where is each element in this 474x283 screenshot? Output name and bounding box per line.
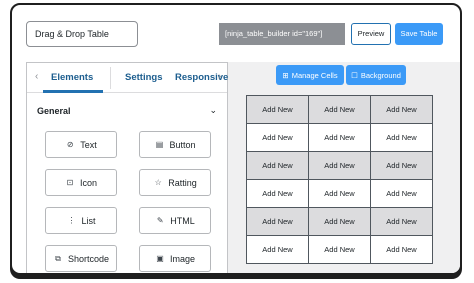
element-text-button[interactable]: ⊘ Text	[45, 131, 117, 158]
tab-next-icon[interactable]: ›	[218, 71, 221, 82]
table-cell[interactable]: Add New	[370, 207, 433, 236]
table-cell[interactable]: Add New	[246, 235, 309, 264]
text-icon: ⊘	[66, 140, 74, 149]
table-cell[interactable]: Add New	[308, 95, 371, 124]
square-icon: ☐	[351, 70, 358, 80]
elements-panel: ‹ Elements Settings Responsiver › Genera…	[26, 62, 232, 273]
table-row: Add New Add New Add New	[246, 179, 433, 208]
active-tab-indicator	[43, 90, 103, 93]
table-cell[interactable]: Add New	[246, 123, 309, 152]
table-cell[interactable]: Add New	[246, 179, 309, 208]
chevron-down-icon[interactable]: ⌄	[209, 105, 217, 116]
image-icon: ▣	[156, 254, 164, 263]
background-button[interactable]: ☐ Background	[346, 65, 406, 85]
table-row: Add New Add New Add New	[246, 235, 433, 264]
panel-tabs: ‹ Elements Settings Responsiver ›	[27, 63, 232, 93]
element-html-button[interactable]: ✎ HTML	[139, 207, 211, 234]
builder-table: Add New Add New Add New Add New Add New …	[246, 95, 433, 264]
html-icon: ✎	[156, 216, 164, 225]
element-shortcode-button[interactable]: ⧉ Shortcode	[45, 245, 117, 272]
button-icon: ▤	[155, 140, 164, 149]
table-cell[interactable]: Add New	[246, 207, 309, 236]
table-cell[interactable]: Add New	[246, 151, 309, 180]
table-cell[interactable]: Add New	[370, 123, 433, 152]
element-label: Icon	[79, 177, 97, 188]
background-label: Background	[360, 70, 401, 80]
element-ratting-button[interactable]: ☆ Ratting	[139, 169, 211, 196]
table-cell[interactable]: Add New	[370, 151, 433, 180]
star-icon: ☆	[154, 178, 162, 187]
table-cell[interactable]: Add New	[370, 95, 433, 124]
table-row: Add New Add New Add New	[246, 151, 433, 180]
element-button-button[interactable]: ▤ Button	[139, 131, 211, 158]
table-cell[interactable]: Add New	[308, 235, 371, 264]
element-label: HTML	[170, 215, 195, 226]
tab-settings[interactable]: Settings	[125, 72, 162, 83]
save-table-button[interactable]: Save Table	[395, 23, 443, 45]
manage-cells-button[interactable]: ⊞ Manage Cells	[276, 65, 344, 85]
table-cell[interactable]: Add New	[370, 179, 433, 208]
table-title-input[interactable]: Drag & Drop Table	[26, 21, 138, 47]
shortcode-icon: ⧉	[55, 253, 61, 263]
table-cell[interactable]: Add New	[308, 207, 371, 236]
element-label: List	[81, 215, 96, 226]
tab-divider	[110, 67, 111, 89]
grid-icon: ⊞	[282, 70, 289, 80]
element-list-button[interactable]: ⋮ List	[45, 207, 117, 234]
table-cell[interactable]: Add New	[308, 151, 371, 180]
element-label: Image	[169, 253, 195, 264]
table-row: Add New Add New Add New	[246, 207, 433, 236]
element-label: Button	[169, 139, 196, 150]
element-label: Ratting	[168, 177, 197, 188]
table-row: Add New Add New Add New	[246, 95, 433, 124]
tab-responsiver[interactable]: Responsiver	[175, 72, 232, 83]
table-cell[interactable]: Add New	[370, 235, 433, 264]
table-cell[interactable]: Add New	[308, 123, 371, 152]
manage-cells-label: Manage Cells	[291, 70, 338, 80]
general-section-title: General	[37, 106, 71, 116]
element-label: Shortcode	[67, 253, 110, 264]
preview-button[interactable]: Preview	[351, 23, 391, 45]
icon-element-icon: ⊡	[66, 178, 74, 187]
shortcode-display[interactable]: [ninja_table_builder id="169"]	[219, 23, 345, 45]
element-icon-button[interactable]: ⊡ Icon	[45, 169, 117, 196]
table-cell[interactable]: Add New	[308, 179, 371, 208]
builder-window: Drag & Drop Table [ninja_table_builder i…	[10, 3, 462, 275]
table-row: Add New Add New Add New	[246, 123, 433, 152]
element-label: Text	[80, 139, 97, 150]
list-icon: ⋮	[67, 216, 76, 225]
element-image-button[interactable]: ▣ Image	[139, 245, 211, 272]
tab-elements[interactable]: Elements	[51, 72, 93, 83]
table-cell[interactable]: Add New	[246, 95, 309, 124]
tab-prev-icon[interactable]: ‹	[35, 71, 38, 82]
